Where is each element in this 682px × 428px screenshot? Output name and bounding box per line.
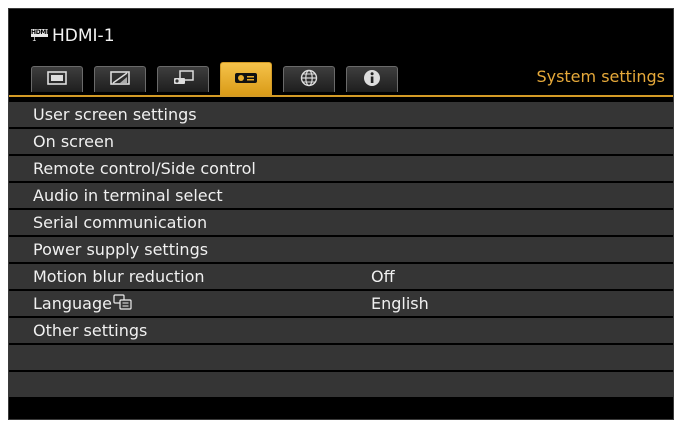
menu-item-audio-in-terminal[interactable]: Audio in terminal select bbox=[9, 183, 673, 208]
info-icon bbox=[363, 69, 381, 91]
language-icon bbox=[113, 292, 133, 317]
menu-header: HDMI 1 HDMI-1 System settings bbox=[9, 9, 673, 103]
input-source: HDMI 1 HDMI-1 bbox=[31, 25, 115, 47]
menu-tabs bbox=[31, 62, 409, 96]
image-adjust-icon bbox=[110, 70, 130, 89]
menu-item-empty bbox=[9, 372, 673, 397]
hdmi-icon: HDMI 1 bbox=[31, 29, 48, 43]
menu-item-on-screen[interactable]: On screen bbox=[9, 129, 673, 154]
menu-item-label: Serial communication bbox=[33, 213, 208, 232]
menu-item-remote-control[interactable]: Remote control/Side control bbox=[9, 156, 673, 181]
menu-item-user-screen-settings[interactable]: User screen settings bbox=[9, 102, 673, 127]
screen-icon bbox=[47, 70, 67, 89]
tab-image-adjustment[interactable] bbox=[94, 66, 146, 92]
menu-item-empty bbox=[9, 345, 673, 370]
menu-item-label: Remote control/Side control bbox=[33, 159, 256, 178]
installation-icon bbox=[172, 69, 194, 90]
tab-installation[interactable] bbox=[157, 66, 209, 92]
menu-item-language[interactable]: Language English bbox=[9, 291, 673, 316]
motion-blur-value: Off bbox=[371, 267, 395, 286]
hdmi-icon-number: 1 bbox=[32, 35, 37, 43]
tab-screen[interactable] bbox=[31, 66, 83, 92]
menu-item-label: Audio in terminal select bbox=[33, 186, 223, 205]
menu-item-serial-communication[interactable]: Serial communication bbox=[9, 210, 673, 235]
input-source-label: HDMI-1 bbox=[52, 26, 115, 46]
menu-item-label: Language bbox=[33, 294, 112, 313]
settings-menu: User screen settings On screen Remote co… bbox=[9, 102, 673, 399]
globe-icon bbox=[300, 69, 318, 91]
language-value: English bbox=[371, 294, 429, 313]
menu-item-label: Motion blur reduction bbox=[33, 267, 205, 286]
menu-item-other-settings[interactable]: Other settings bbox=[9, 318, 673, 343]
menu-item-label: Power supply settings bbox=[33, 240, 209, 259]
menu-item-label-wrap: Language bbox=[33, 291, 133, 317]
menu-item-label: Other settings bbox=[33, 321, 148, 340]
tab-information[interactable] bbox=[346, 66, 398, 92]
tab-system-settings[interactable] bbox=[220, 62, 272, 96]
osd-menu-window: HDMI 1 HDMI-1 System settings User scree… bbox=[8, 8, 674, 420]
section-title: System settings bbox=[536, 67, 665, 86]
menu-item-motion-blur[interactable]: Motion blur reduction Off bbox=[9, 264, 673, 289]
menu-item-power-supply[interactable]: Power supply settings bbox=[9, 237, 673, 262]
tab-network[interactable] bbox=[283, 66, 335, 92]
projector-icon bbox=[234, 70, 258, 89]
menu-item-label: On screen bbox=[33, 132, 115, 151]
tab-underline bbox=[9, 95, 673, 97]
menu-item-label: User screen settings bbox=[33, 105, 197, 124]
